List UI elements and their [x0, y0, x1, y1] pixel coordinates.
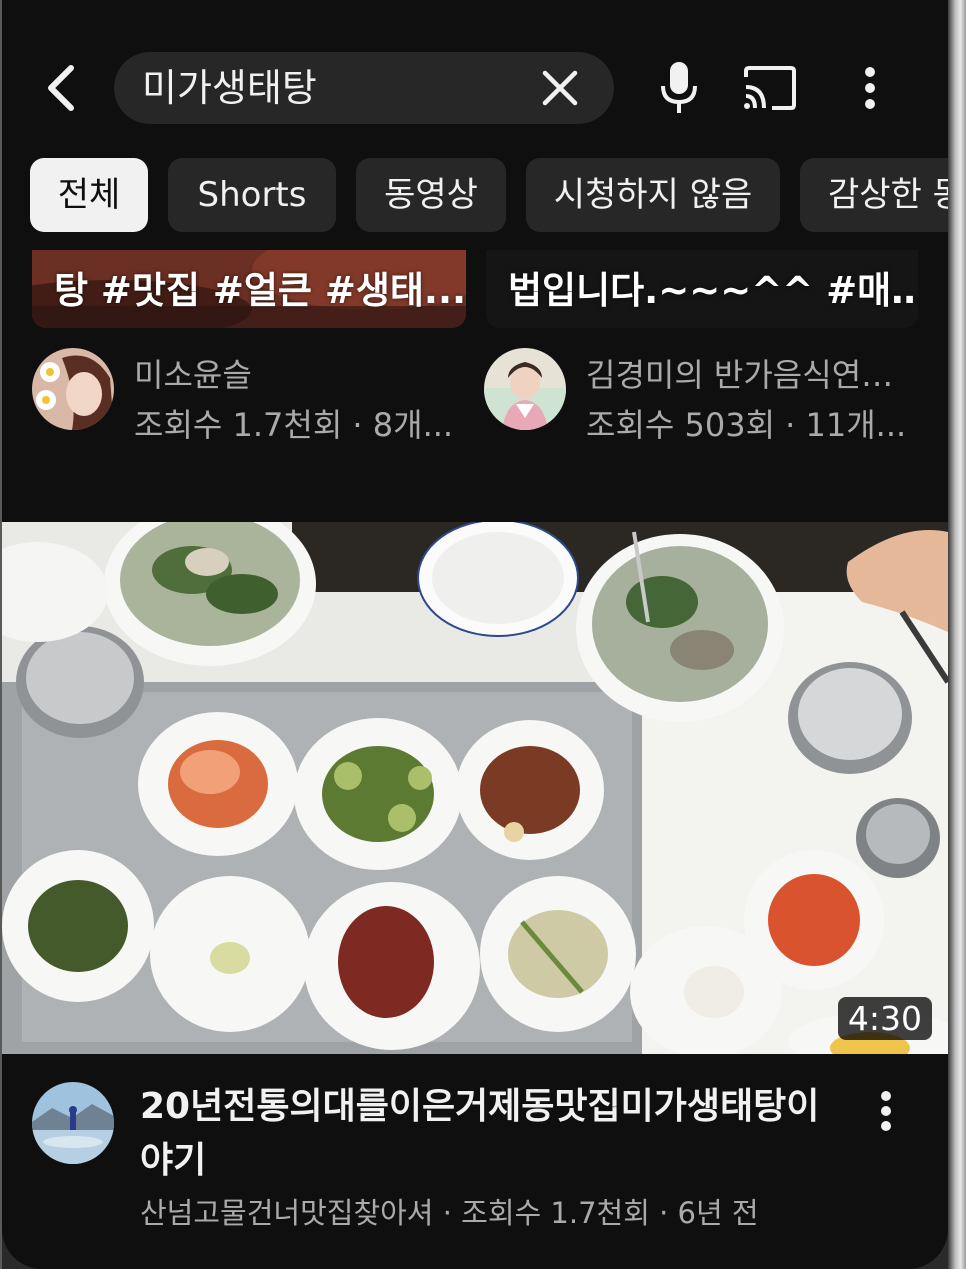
avatar[interactable] [484, 348, 566, 430]
microphone-icon [661, 62, 697, 113]
search-input[interactable]: 미가생태탕 [114, 52, 614, 124]
more-vert-icon [881, 1091, 891, 1131]
clear-search-button[interactable] [534, 66, 586, 110]
avatar[interactable] [32, 1082, 114, 1164]
voice-search-button[interactable] [654, 58, 704, 118]
short-channel-1[interactable]: 미소윤슬 [134, 350, 252, 396]
short-channel-2[interactable]: 김경미의 반가음식연… [586, 350, 893, 396]
video-meta-line: 산넘고물건너맛집찾아셔 · 조회수 1.7천회 · 6년 전 [140, 1190, 759, 1232]
back-button[interactable] [32, 60, 88, 116]
meta-separator: · [649, 1196, 678, 1230]
filter-chips-bar: 전체 Shorts 동영상 시청하지 않음 감상한 동 [30, 158, 948, 232]
video-channel-name[interactable]: 산넘고물건너맛집찾아셔 [140, 1196, 433, 1230]
clear-x-icon [542, 70, 578, 106]
chip-watched[interactable]: 감상한 동 [800, 158, 948, 232]
video-thumbnail[interactable]: 4:30 [2, 522, 948, 1054]
short-meta-2: 조회수 503회 · 11개... [586, 406, 907, 444]
search-query-text: 미가생태탕 [142, 66, 317, 110]
video-duration-badge: 4:30 [837, 997, 932, 1040]
cast-icon [744, 66, 796, 110]
more-options-button[interactable] [848, 60, 892, 116]
video-upload-age: 6년 전 [677, 1196, 759, 1230]
video-more-options-button[interactable] [864, 1086, 908, 1136]
chip-all[interactable]: 전체 [30, 158, 148, 232]
video-title[interactable]: 20년전통의대를이은거제동맛집미가생태탕이야기 [140, 1080, 820, 1188]
app-screen: 미가생태탕 전체 Shorts 동영상 시청하지 않음 감상한 탕 #맛집 #얼… [2, 0, 948, 1269]
short-caption-1: 탕 #맛집 #얼큰 #생태... [54, 269, 466, 312]
chip-unwatched[interactable]: 시청하지 않음 [526, 158, 780, 232]
short-thumbnail-2[interactable]: 법입니다.~~~^^ #매… [486, 250, 918, 328]
avatar-woman-hanbok-icon [484, 348, 566, 430]
avatar-landscape-icon [32, 1082, 114, 1164]
device-frame-right [948, 0, 966, 1269]
chip-shorts[interactable]: Shorts [168, 158, 336, 232]
meta-separator: · [433, 1196, 462, 1230]
video-view-count: 조회수 1.7천회 [461, 1196, 650, 1230]
short-caption-2: 법입니다.~~~^^ #매… [508, 269, 918, 312]
chip-videos[interactable]: 동영상 [356, 158, 506, 232]
cast-button[interactable] [740, 62, 800, 114]
avatar[interactable] [32, 348, 114, 430]
more-vert-icon [865, 67, 875, 109]
back-arrow-icon [48, 65, 74, 111]
food-thumbnail-image-icon [2, 522, 948, 1054]
short-meta-1: 조회수 1.7천회 · 8개... [134, 406, 454, 444]
avatar-woman-with-flowers-icon [32, 348, 114, 430]
short-thumbnail-1[interactable]: 탕 #맛집 #얼큰 #생태... [32, 250, 466, 328]
